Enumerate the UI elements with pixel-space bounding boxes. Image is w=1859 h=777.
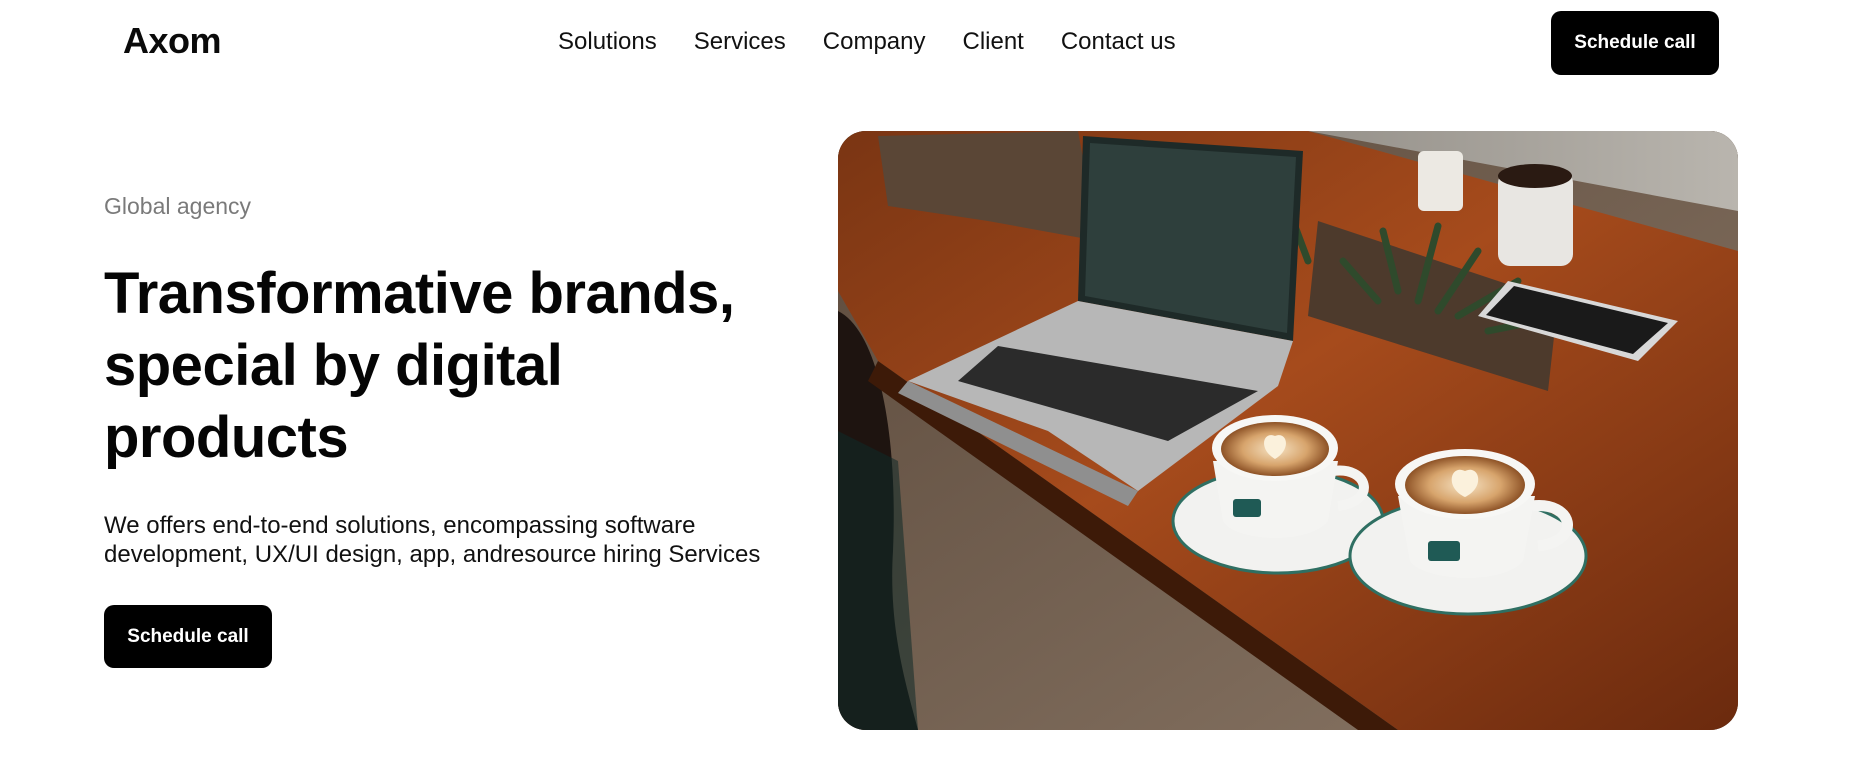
main-nav: Solutions Services Company Client Contac… (558, 28, 1176, 56)
cafe-table-laptop-coffee-illustration (838, 131, 1738, 730)
hero-schedule-call-button[interactable]: Schedule call (104, 605, 272, 668)
nav-link-solutions[interactable]: Solutions (558, 28, 657, 56)
header-schedule-call-button[interactable]: Schedule call (1551, 11, 1719, 75)
nav-link-services[interactable]: Services (694, 28, 786, 56)
hero-photo (838, 131, 1738, 730)
hero-headline-line: Transformative brands, (104, 261, 735, 326)
brand-logo[interactable]: Axom (123, 20, 222, 62)
hero-description-line: We offers end-to-end solutions, encompas… (104, 512, 696, 539)
hero-description: We offers end-to-end solutions, encompas… (104, 511, 824, 569)
hero-headline: Transformative brands, special by digita… (104, 258, 824, 474)
hero-description-line: development, UX/UI design, app, andresou… (104, 541, 761, 568)
hero-headline-line: special by digital (104, 333, 563, 398)
hero-headline-line: products (104, 405, 349, 470)
nav-link-client[interactable]: Client (962, 28, 1023, 56)
site-header: Axom Solutions Services Company Client C… (0, 0, 1859, 84)
hero-eyebrow: Global agency (104, 193, 252, 219)
nav-link-company[interactable]: Company (823, 28, 926, 56)
nav-link-contact-us[interactable]: Contact us (1061, 28, 1176, 56)
